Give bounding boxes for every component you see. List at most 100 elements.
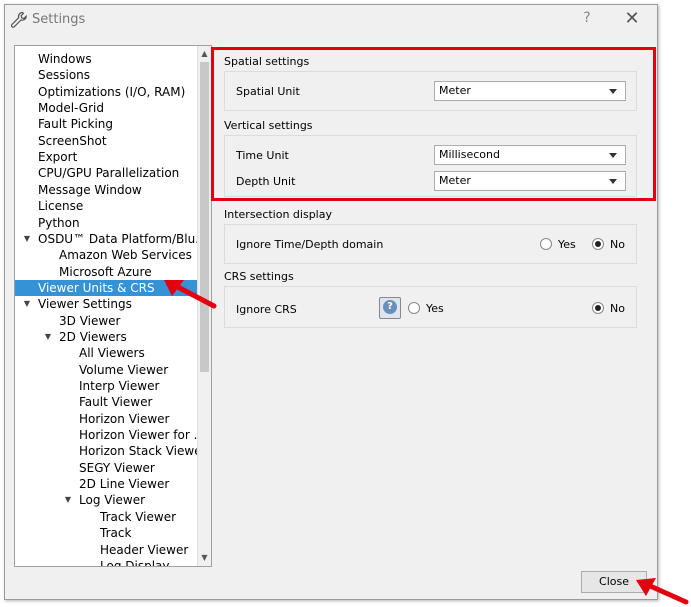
tree-item-label: Message Window — [38, 182, 142, 197]
help-icon[interactable]: ? — [579, 10, 595, 26]
tree-item-label: Horizon Viewer — [79, 411, 170, 426]
wrench-icon — [10, 11, 27, 28]
tree-item[interactable]: Header Viewer — [15, 542, 197, 558]
scroll-thumb[interactable] — [200, 62, 209, 372]
settings-dialog: Settings ? ✕ Windows Sessions Optimization… — [4, 4, 658, 600]
tree-item[interactable]: Sessions — [15, 67, 197, 83]
time-unit-label: Time Unit — [236, 149, 289, 162]
vertical-settings-title: Vertical settings — [224, 119, 313, 132]
tree-item-label: Optimizations (I/O, RAM) — [38, 84, 186, 99]
crs-settings-group: Ignore CRS ? Yes No — [224, 286, 637, 328]
tree-item-label: Track Viewer — [100, 509, 177, 524]
expand-arrow-icon[interactable]: ▼ — [63, 492, 73, 508]
close-icon[interactable]: ✕ — [621, 8, 643, 29]
tree-item[interactable]: All Viewers — [15, 345, 197, 361]
tree-item-label: Log Viewer — [79, 493, 146, 508]
tree-scrollbar[interactable]: ▲ ▼ — [197, 46, 211, 566]
tree-item[interactable]: 2D Line Viewer — [15, 476, 197, 492]
tree-item-label: Track — [100, 526, 132, 541]
tree-item[interactable]: SEGY Viewer — [15, 460, 197, 476]
tree-item[interactable]: License — [15, 198, 197, 214]
tree-item-label: Python — [38, 215, 80, 230]
tree-item[interactable]: Volume Viewer — [15, 362, 197, 378]
tree-item[interactable]: Model-Grid — [15, 100, 197, 116]
time-unit-value: Millisecond — [439, 148, 500, 161]
ignore-crs-no-radio[interactable] — [592, 302, 604, 314]
depth-unit-value: Meter — [439, 174, 471, 187]
tree-item-label: ScreenShot — [38, 133, 107, 148]
spatial-settings-group: Spatial Unit Meter — [224, 71, 637, 111]
tree-item[interactable]: Fault Picking — [15, 116, 197, 132]
tree-item[interactable]: 3D Viewer — [15, 313, 197, 329]
crs-help-button[interactable]: ? — [379, 297, 401, 319]
tree-item[interactable]: Track — [15, 525, 197, 541]
ignore-time-depth-no-label: No — [610, 238, 625, 251]
tree-item[interactable]: Export — [15, 149, 197, 165]
tree-item-label: 2D Viewers — [59, 329, 127, 344]
ignore-time-depth-no-radio[interactable] — [592, 238, 604, 250]
spatial-settings-title: Spatial settings — [224, 55, 310, 68]
tree-item[interactable]: ScreenShot — [15, 133, 197, 149]
tree-item[interactable]: Horizon Stack Viewer — [15, 443, 207, 459]
tree-item[interactable]: Log Display — [15, 558, 197, 567]
scroll-down-icon[interactable]: ▼ — [198, 551, 211, 565]
chevron-down-icon — [609, 89, 617, 94]
tree-item-label: Horizon Stack Viewer — [79, 444, 207, 459]
tree-item[interactable]: Horizon Viewer for ... — [15, 427, 205, 443]
tree-item[interactable]: Python — [15, 215, 197, 231]
expand-arrow-icon[interactable]: ▼ — [22, 296, 32, 312]
tree-item-label: SEGY Viewer — [79, 460, 155, 475]
tree-item[interactable]: Viewer Units & CRS — [15, 279, 197, 296]
tree-item-label: Microsoft Azure — [59, 264, 152, 279]
tree-item[interactable]: Message Window — [15, 182, 197, 198]
tree-item-label: Viewer Settings — [38, 297, 132, 312]
tree-item-label: Amazon Web Services — [59, 248, 192, 263]
tree-item-label: Viewer Units & CRS — [38, 280, 155, 295]
tree-item-label: Volume Viewer — [79, 362, 169, 377]
ignore-crs-yes-radio[interactable] — [408, 302, 420, 314]
tree-item[interactable]: CPU/GPU Parallelization — [15, 165, 197, 181]
intersection-display-title: Intersection display — [224, 208, 332, 221]
expand-arrow-icon[interactable]: ▼ — [22, 231, 32, 247]
ignore-crs-yes-label: Yes — [426, 302, 444, 315]
intersection-display-group: Ignore Time/Depth domain Yes No — [224, 224, 637, 264]
tree-item-label: License — [38, 199, 84, 214]
tree-item[interactable]: ▼ OSDU™ Data Platform/Blu... — [15, 231, 207, 247]
close-button[interactable]: Close — [581, 571, 647, 593]
depth-unit-select[interactable]: Meter — [434, 171, 626, 191]
tree-item-label: Fault Viewer — [79, 395, 153, 410]
tree-item[interactable]: ▼ Viewer Settings — [15, 296, 197, 312]
tree-item-label: Model-Grid — [38, 101, 104, 116]
window-title: Settings — [32, 12, 86, 27]
tree-item-label: Fault Picking — [38, 117, 114, 132]
tree-item-label: Export — [38, 150, 78, 165]
tree-item[interactable]: Optimizations (I/O, RAM) — [15, 84, 197, 100]
tree-item[interactable]: Interp Viewer — [15, 378, 197, 394]
tree-item[interactable]: Fault Viewer — [15, 394, 197, 410]
ignore-time-depth-yes-radio[interactable] — [540, 238, 552, 250]
tree-item-label: Log Display — [100, 558, 170, 567]
expand-arrow-icon[interactable]: ▼ — [43, 329, 53, 345]
tree-item-label: OSDU™ Data Platform/Blu... — [38, 231, 207, 246]
settings-tree[interactable]: Windows Sessions Optimizations (I/O, RAM) M… — [14, 45, 212, 567]
tree-item[interactable]: ▼ 2D Viewers — [15, 329, 197, 345]
tree-item-label: Interp Viewer — [79, 379, 160, 393]
ignore-time-depth-label: Ignore Time/Depth domain — [236, 238, 384, 251]
spatial-unit-select[interactable]: Meter — [434, 81, 626, 101]
tree-item-label: Header Viewer — [100, 542, 189, 557]
tree-item[interactable]: Microsoft Azure — [15, 264, 197, 280]
tree-item-label: 3D Viewer — [59, 313, 121, 328]
tree-item[interactable]: ▼ Log Viewer — [15, 492, 197, 508]
time-unit-select[interactable]: Millisecond — [434, 145, 626, 165]
tree-item[interactable]: Windows — [15, 51, 197, 67]
tree-item-label: Horizon Viewer for ... — [79, 428, 206, 443]
tree-item[interactable]: Amazon Web Services — [15, 247, 197, 263]
spatial-unit-value: Meter — [439, 84, 471, 97]
tree-item-label: All Viewers — [79, 346, 145, 361]
tree-item-label: Sessions — [38, 68, 91, 83]
ignore-time-depth-yes-label: Yes — [558, 238, 576, 251]
scroll-up-icon[interactable]: ▲ — [198, 47, 211, 61]
ignore-crs-no-label: No — [610, 302, 625, 315]
tree-item[interactable]: Track Viewer — [15, 509, 197, 525]
tree-item[interactable]: Horizon Viewer — [15, 411, 197, 427]
